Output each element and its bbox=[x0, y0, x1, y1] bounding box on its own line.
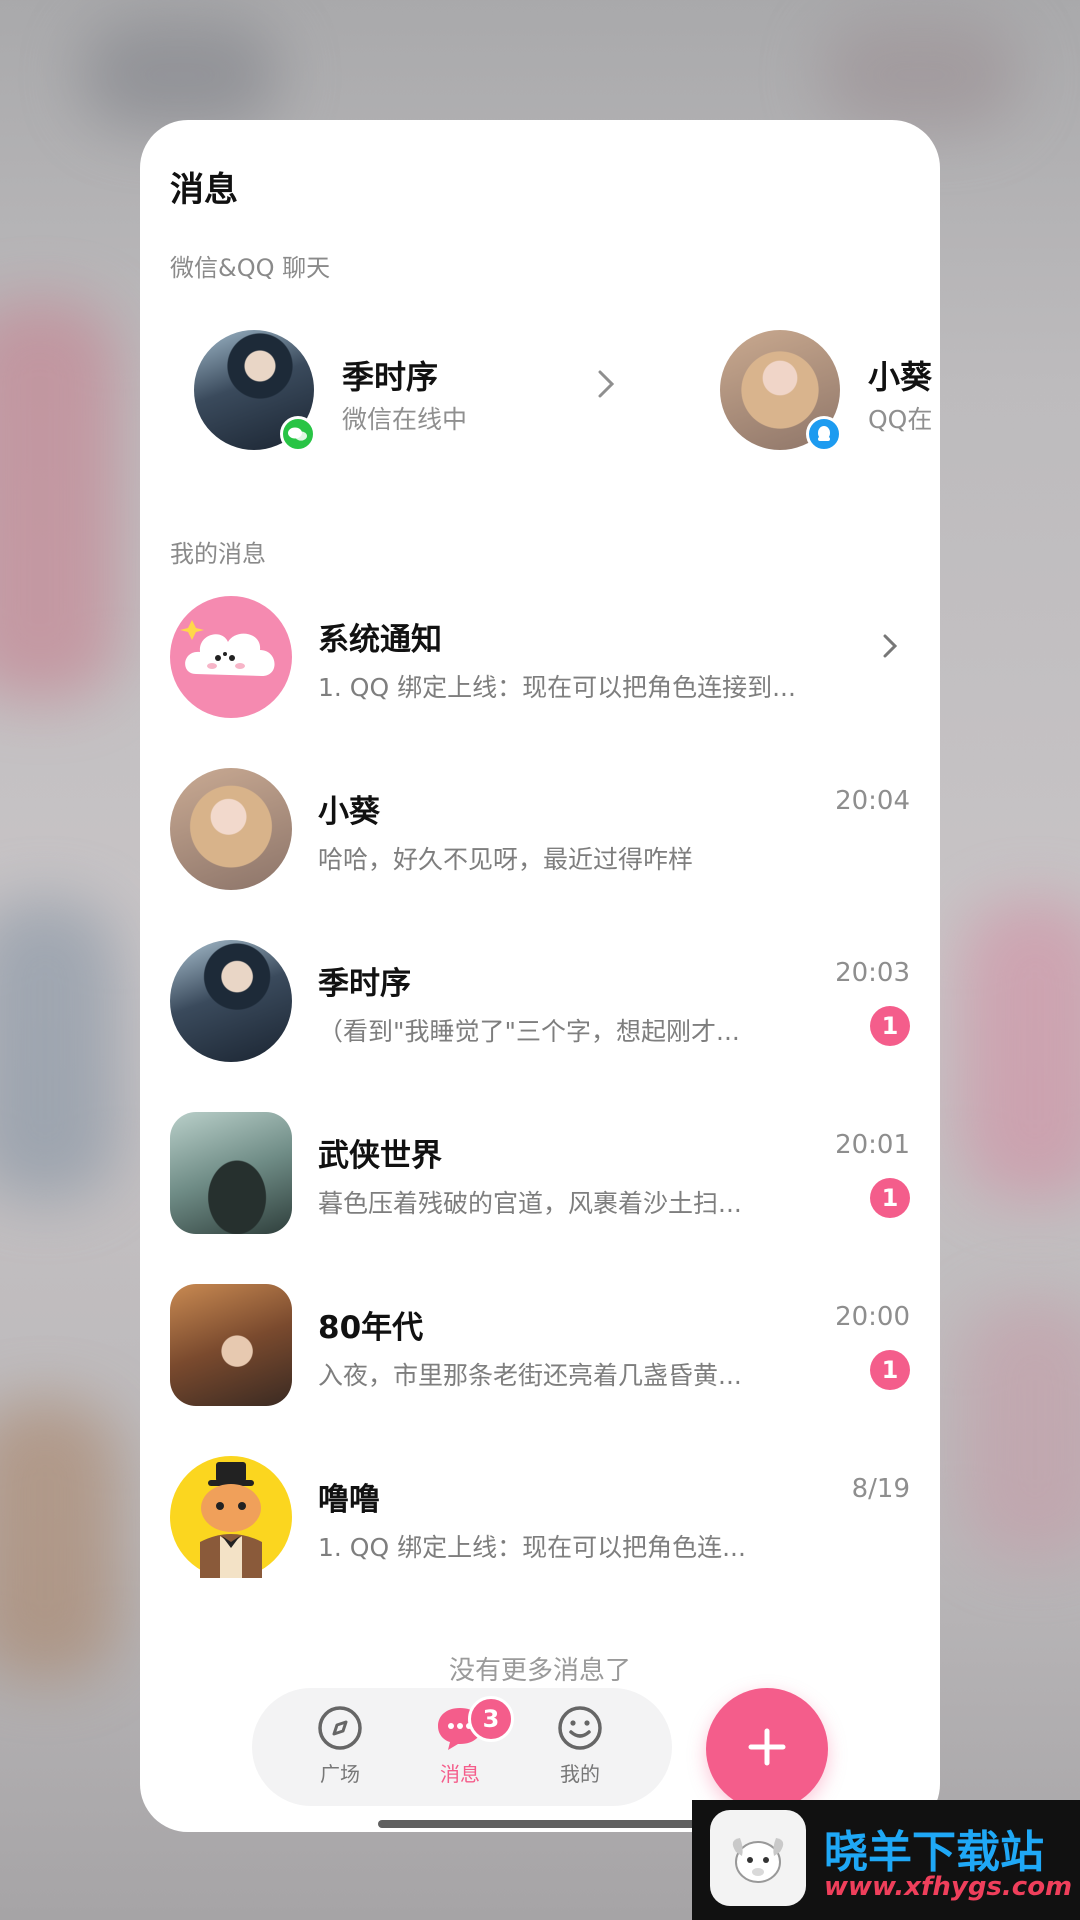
background-blur bbox=[960, 1300, 1080, 1560]
background-blur bbox=[80, 20, 280, 130]
section-label-my-messages: 我的消息 bbox=[170, 540, 266, 568]
compass-icon bbox=[290, 1704, 390, 1752]
avatar bbox=[170, 1112, 292, 1234]
cloud-mascot-avatar bbox=[170, 596, 292, 718]
unread-badge: 1 bbox=[870, 1350, 910, 1390]
background-blur bbox=[0, 1400, 120, 1680]
tab-label: 消息 bbox=[440, 1762, 480, 1786]
message-title: 80年代 bbox=[318, 1310, 424, 1346]
message-title: 系统通知 bbox=[318, 622, 442, 658]
tab-plaza[interactable]: 广场 bbox=[290, 1704, 390, 1787]
background-blur bbox=[820, 20, 1020, 130]
message-preview: 哈哈，好久不见呀，最近过得咋样 bbox=[318, 845, 694, 874]
plus-icon bbox=[745, 1725, 789, 1773]
avatar bbox=[170, 768, 292, 890]
message-preview: 暮色压着残破的官道，风裹着沙土扫... bbox=[318, 1189, 742, 1218]
nav-unread-badge: 3 bbox=[468, 1696, 514, 1742]
linked-chat-name: 季时序 bbox=[342, 358, 439, 396]
tab-label: 广场 bbox=[320, 1762, 360, 1786]
chevron-right-icon bbox=[880, 626, 900, 675]
linked-chat-card-wechat[interactable]: 季时序 微信在线中 bbox=[194, 330, 615, 460]
message-time: 20:01 bbox=[835, 1130, 910, 1160]
message-time: 20:00 bbox=[835, 1302, 910, 1332]
tab-messages[interactable]: 3 消息 bbox=[410, 1696, 514, 1787]
smiley-icon bbox=[530, 1704, 630, 1752]
add-button[interactable] bbox=[706, 1688, 828, 1810]
bottom-nav: 广场 3 消息 我的 bbox=[252, 1688, 672, 1806]
unread-badge: 1 bbox=[870, 1178, 910, 1218]
tab-mine[interactable]: 我的 bbox=[530, 1704, 630, 1787]
linked-chat-status: 微信在线中 bbox=[342, 405, 468, 434]
avatar bbox=[170, 1284, 292, 1406]
avatar bbox=[170, 940, 292, 1062]
tab-label: 我的 bbox=[560, 1762, 600, 1786]
message-title: 噜噜 bbox=[318, 1482, 380, 1518]
message-preview: （看到"我睡觉了"三个字，想起刚才... bbox=[318, 1017, 740, 1046]
background-blur bbox=[960, 900, 1080, 1200]
watermark-url: www.xfhygs.com bbox=[824, 1872, 1073, 1902]
list-item[interactable]: 噜噜 1. QQ 绑定上线：现在可以把角色连... 8/19 bbox=[170, 1456, 910, 1580]
message-title: 小葵 bbox=[318, 794, 380, 830]
qq-icon bbox=[806, 416, 842, 452]
list-item[interactable]: 季时序 （看到"我睡觉了"三个字，想起刚才... 20:03 1 bbox=[170, 940, 910, 1064]
linked-chat-name: 小葵 bbox=[868, 358, 933, 396]
list-item-system-notice[interactable]: 系统通知 1. QQ 绑定上线：现在可以把角色连接到... bbox=[170, 596, 910, 720]
end-of-list-text: 没有更多消息了 bbox=[448, 1656, 631, 1686]
message-time: 8/19 bbox=[851, 1474, 910, 1504]
message-preview: 1. QQ 绑定上线：现在可以把角色连接到... bbox=[318, 673, 796, 702]
message-title: 季时序 bbox=[318, 966, 411, 1002]
watermark: 晓羊下载站 www.xfhygs.com bbox=[692, 1800, 1080, 1920]
watermark-title: 晓羊下载站 bbox=[824, 1827, 1044, 1878]
linked-chat-card-qq[interactable]: 小葵 QQ在 bbox=[720, 330, 940, 460]
background-blur bbox=[0, 900, 120, 1200]
home-indicator[interactable] bbox=[378, 1820, 702, 1828]
list-item[interactable]: 80年代 入夜，市里那条老街还亮着几盏昏黄... 20:00 1 bbox=[170, 1284, 910, 1408]
wechat-icon bbox=[280, 416, 316, 452]
message-preview: 1. QQ 绑定上线：现在可以把角色连... bbox=[318, 1533, 746, 1562]
background-blur bbox=[0, 300, 120, 700]
message-title: 武侠世界 bbox=[318, 1138, 442, 1174]
list-item[interactable]: 小葵 哈哈，好久不见呀，最近过得咋样 20:04 bbox=[170, 768, 910, 892]
page-title: 消息 bbox=[170, 170, 238, 210]
unread-badge: 1 bbox=[870, 1006, 910, 1046]
message-time: 20:04 bbox=[835, 786, 910, 816]
message-time: 20:03 bbox=[835, 958, 910, 988]
chevron-right-icon bbox=[594, 364, 618, 414]
messages-screen: 消息 微信&QQ 聊天 季时序 微信在线中 小葵 QQ在 我的消息 系统通知 1… bbox=[140, 120, 940, 1832]
section-label-linked-chats: 微信&QQ 聊天 bbox=[170, 254, 331, 282]
message-preview: 入夜，市里那条老街还亮着几盏昏黄... bbox=[318, 1361, 742, 1390]
linked-chat-status: QQ在 bbox=[868, 405, 933, 434]
cat-avatar bbox=[170, 1456, 292, 1578]
list-item[interactable]: 武侠世界 暮色压着残破的官道，风裹着沙土扫... 20:01 1 bbox=[170, 1112, 910, 1236]
sheep-logo-icon bbox=[710, 1810, 806, 1906]
